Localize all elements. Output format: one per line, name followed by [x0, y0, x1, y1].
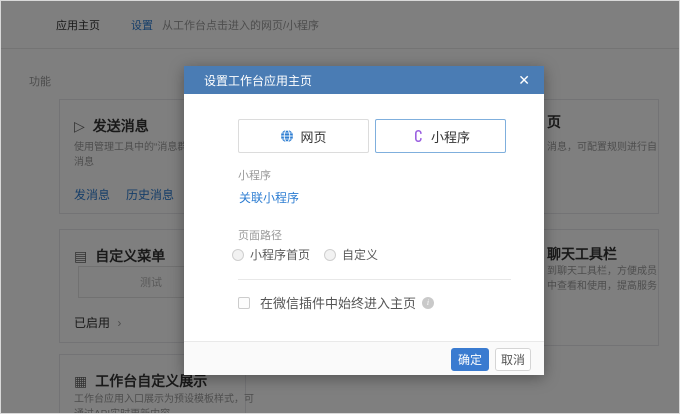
always-enter-homepage-option: 在微信插件中始终进入主页 i — [238, 293, 434, 312]
webpage-type-button[interactable]: 网页 — [238, 119, 369, 153]
confirm-button[interactable]: 确定 — [451, 348, 489, 371]
divider — [238, 279, 511, 280]
set-workbench-homepage-dialog: 设置工作台应用主页 ✕ 网页 — [184, 66, 544, 375]
miniprogram-type-label: 小程序 — [431, 127, 470, 146]
app-window: 应用主页 设置 从工作台点击进入的网页/小程序 功能 ▷ 发送消息 使用管理工具… — [0, 0, 680, 414]
page-path-radio-row: 小程序首页 自定义 — [232, 246, 392, 263]
dialog-footer: 确定 取消 — [184, 341, 544, 375]
radio-miniprogram-home[interactable]: 小程序首页 — [232, 246, 310, 263]
associate-miniprogram-link[interactable]: 关联小程序 — [239, 189, 299, 206]
miniprogram-icon — [411, 128, 425, 144]
miniprogram-type-button[interactable]: 小程序 — [375, 119, 506, 153]
dialog-header: 设置工作台应用主页 ✕ — [184, 66, 544, 94]
close-icon[interactable]: ✕ — [518, 66, 530, 94]
page-path-label: 页面路径 — [238, 227, 282, 243]
webpage-type-label: 网页 — [300, 127, 326, 146]
radio-icon[interactable] — [232, 249, 244, 261]
radio-icon[interactable] — [324, 249, 336, 261]
checkbox[interactable] — [238, 297, 250, 309]
checkbox-label[interactable]: 在微信插件中始终进入主页 — [260, 293, 416, 312]
miniprogram-field-label: 小程序 — [238, 167, 271, 183]
homepage-type-selector: 网页 小程序 — [238, 119, 506, 153]
radio-custom-path[interactable]: 自定义 — [324, 246, 378, 263]
radio-label[interactable]: 小程序首页 — [250, 246, 310, 263]
globe-icon — [280, 129, 294, 143]
radio-label[interactable]: 自定义 — [342, 246, 378, 263]
info-icon[interactable]: i — [422, 297, 434, 309]
dialog-title: 设置工作台应用主页 — [204, 72, 312, 89]
cancel-button[interactable]: 取消 — [495, 348, 531, 371]
